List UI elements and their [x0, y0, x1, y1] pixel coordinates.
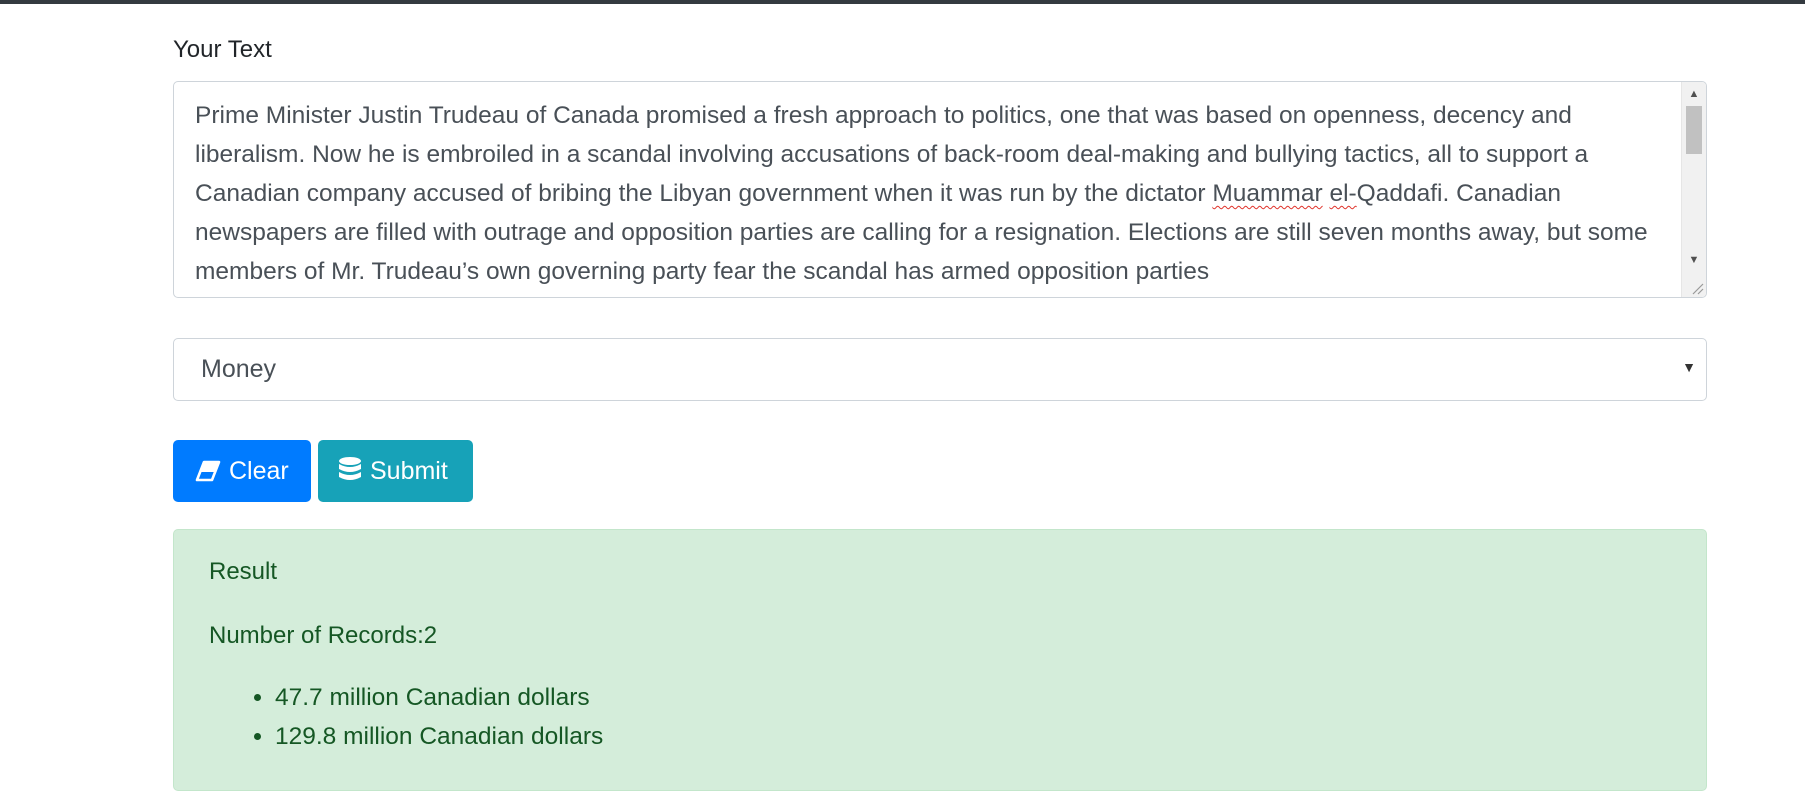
caret-down-icon: ▼ — [1682, 359, 1696, 375]
submit-button[interactable]: Submit — [318, 440, 473, 502]
database-icon — [338, 457, 362, 485]
scroll-up-arrow-icon[interactable]: ▲ — [1682, 84, 1706, 104]
text-input-area[interactable]: Prime Minister Justin Trudeau of Canada … — [173, 81, 1707, 298]
clear-button-label: Clear — [229, 456, 289, 485]
top-bar — [0, 0, 1805, 4]
result-title: Result — [209, 558, 278, 585]
misspelled-word: Muammar — [1212, 180, 1323, 207]
list-item: 47.7 million Canadian dollars — [275, 678, 603, 717]
category-select-value: Money — [201, 355, 277, 383]
scroll-down-arrow-icon[interactable]: ▼ — [1682, 250, 1706, 270]
result-list: 47.7 million Canadian dollars 129.8 mill… — [209, 678, 603, 756]
textarea-scrollbar[interactable]: ▲ ▼ — [1681, 82, 1706, 297]
clear-button[interactable]: Clear — [173, 440, 311, 502]
submit-button-label: Submit — [370, 456, 448, 485]
resize-grip-icon[interactable] — [1690, 281, 1704, 295]
result-panel: Result Number of Records:2 47.7 million … — [173, 529, 1707, 791]
scroll-thumb[interactable] — [1686, 106, 1702, 154]
misspelled-word: el- — [1329, 180, 1357, 207]
textarea-content[interactable]: Prime Minister Justin Trudeau of Canada … — [195, 96, 1685, 291]
eraser-icon — [195, 460, 221, 482]
record-count: Number of Records:2 — [209, 622, 438, 649]
category-select[interactable]: Money ▼ — [173, 338, 1707, 401]
list-item: 129.8 million Canadian dollars — [275, 717, 603, 756]
your-text-label: Your Text — [173, 36, 272, 63]
